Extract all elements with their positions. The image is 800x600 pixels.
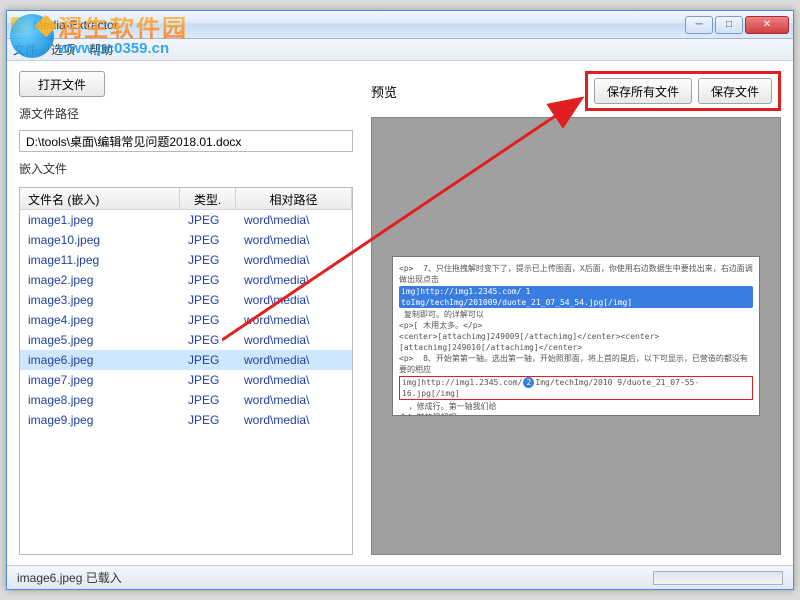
source-path-input[interactable] [19, 130, 353, 152]
col-header-type[interactable]: 类型. [180, 188, 236, 209]
cell-type: JPEG [180, 233, 236, 247]
cell-name: image1.jpeg [20, 213, 180, 227]
close-button[interactable]: ✕ [745, 16, 789, 34]
cell-name: image9.jpeg [20, 413, 180, 427]
save-button[interactable]: 保存文件 [698, 78, 772, 104]
file-list-body[interactable]: image1.jpegJPEGword\media\image10.jpegJP… [20, 210, 352, 554]
menu-help[interactable]: 帮助 [89, 41, 113, 58]
cell-path: word\media\ [236, 293, 352, 307]
embed-files-label: 嵌入文件 [19, 160, 353, 177]
table-row[interactable]: image2.jpegJPEGword\media\ [20, 270, 352, 290]
cell-path: word\media\ [236, 353, 352, 367]
table-row[interactable]: image6.jpegJPEGword\media\ [20, 350, 352, 370]
cell-name: image8.jpeg [20, 393, 180, 407]
minimize-button[interactable]: ─ [685, 16, 713, 34]
cell-type: JPEG [180, 353, 236, 367]
col-header-path[interactable]: 相对路径 [236, 188, 352, 209]
main-window: Media-Extractor ─ □ ✕ 文件 选项 帮助 打开文件 源文件路… [6, 10, 794, 590]
cell-name: image2.jpeg [20, 273, 180, 287]
maximize-button[interactable]: □ [715, 16, 743, 34]
right-pane: 预览 保存所有文件 保存文件 <p> 7、只住拖拽解时变下了，提示已上传图面，X… [363, 61, 793, 565]
cell-name: image10.jpeg [20, 233, 180, 247]
table-row[interactable]: image9.jpegJPEGword\media\ [20, 410, 352, 430]
file-list: 文件名 (嵌入) 类型. 相对路径 image1.jpegJPEGword\me… [19, 187, 353, 555]
cell-path: word\media\ [236, 373, 352, 387]
cell-type: JPEG [180, 293, 236, 307]
cell-type: JPEG [180, 273, 236, 287]
menubar: 文件 选项 帮助 [7, 39, 793, 61]
app-icon [11, 17, 27, 33]
cell-path: word\media\ [236, 273, 352, 287]
menu-file[interactable]: 文件 [13, 41, 37, 58]
highlight-box: 保存所有文件 保存文件 [585, 71, 781, 111]
cell-type: JPEG [180, 213, 236, 227]
cell-name: image4.jpeg [20, 313, 180, 327]
preview-image: <p> 7、只住拖拽解时变下了，提示已上传图面，X后面，你使用右边数据生中要找出… [392, 256, 760, 416]
statusbar: image6.jpeg 已载入 [7, 565, 793, 589]
cell-path: word\media\ [236, 313, 352, 327]
source-path-label: 源文件路径 [19, 105, 353, 122]
cell-path: word\media\ [236, 393, 352, 407]
table-row[interactable]: image11.jpegJPEGword\media\ [20, 250, 352, 270]
progress-bar [653, 571, 783, 585]
table-row[interactable]: image5.jpegJPEGword\media\ [20, 330, 352, 350]
cell-type: JPEG [180, 393, 236, 407]
table-row[interactable]: image10.jpegJPEGword\media\ [20, 230, 352, 250]
table-row[interactable]: image3.jpegJPEGword\media\ [20, 290, 352, 310]
cell-name: image6.jpeg [20, 353, 180, 367]
open-file-button[interactable]: 打开文件 [19, 71, 105, 97]
cell-type: JPEG [180, 333, 236, 347]
cell-type: JPEG [180, 253, 236, 267]
table-row[interactable]: image4.jpegJPEGword\media\ [20, 310, 352, 330]
cell-path: word\media\ [236, 253, 352, 267]
menu-options[interactable]: 选项 [51, 41, 75, 58]
preview-area: <p> 7、只住拖拽解时变下了，提示已上传图面，X后面，你使用右边数据生中要找出… [371, 117, 781, 555]
cell-path: word\media\ [236, 213, 352, 227]
table-row[interactable]: image1.jpegJPEGword\media\ [20, 210, 352, 230]
cell-type: JPEG [180, 313, 236, 327]
col-header-name[interactable]: 文件名 (嵌入) [20, 188, 180, 209]
status-text: image6.jpeg 已载入 [17, 569, 122, 586]
cell-type: JPEG [180, 373, 236, 387]
cell-path: word\media\ [236, 413, 352, 427]
preview-label: 预览 [371, 82, 577, 101]
cell-name: image11.jpeg [20, 253, 180, 267]
cell-name: image7.jpeg [20, 373, 180, 387]
cell-path: word\media\ [236, 333, 352, 347]
cell-name: image5.jpeg [20, 333, 180, 347]
left-pane: 打开文件 源文件路径 嵌入文件 文件名 (嵌入) 类型. 相对路径 image1… [7, 61, 363, 565]
window-title: Media-Extractor [33, 18, 685, 32]
titlebar[interactable]: Media-Extractor ─ □ ✕ [7, 11, 793, 39]
cell-path: word\media\ [236, 233, 352, 247]
cell-name: image3.jpeg [20, 293, 180, 307]
table-row[interactable]: image7.jpegJPEGword\media\ [20, 370, 352, 390]
table-row[interactable]: image8.jpegJPEGword\media\ [20, 390, 352, 410]
save-all-button[interactable]: 保存所有文件 [594, 78, 692, 104]
cell-type: JPEG [180, 413, 236, 427]
file-list-header: 文件名 (嵌入) 类型. 相对路径 [20, 188, 352, 210]
